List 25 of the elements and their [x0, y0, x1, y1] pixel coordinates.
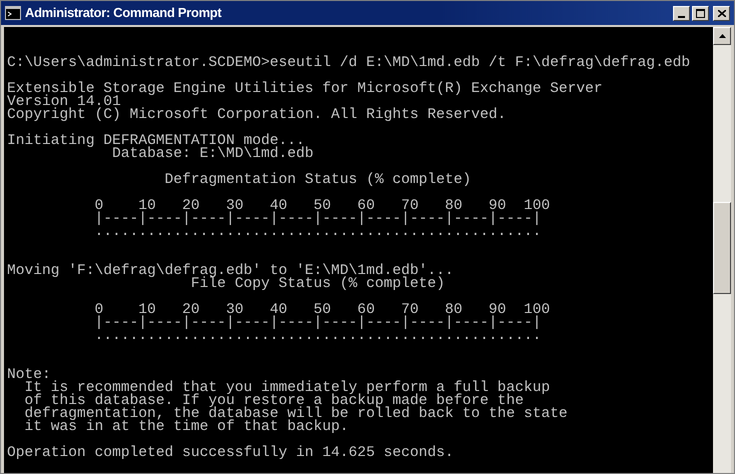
console-line: Note:	[7, 369, 52, 382]
console-line: 0 10 20 30 40 50 60 70 80 90 100	[94, 200, 551, 213]
up-arrow-icon	[718, 34, 726, 38]
console-line: Defragmentation Status (% complete)	[164, 174, 472, 187]
maximize-icon	[696, 8, 705, 18]
console-line: ...................................................	[94, 330, 542, 343]
console-line: C:\Users\administrator.SCDEMO>eseutil /d E:\MD\1md.edb /t F:\defrag\defrag.edb	[7, 57, 692, 70]
console-line: Copyright (C) Microsoft Corporation. All Rights Reserved.	[7, 109, 508, 122]
minimize-icon	[678, 16, 685, 18]
console-line: ...................................................	[94, 226, 542, 239]
console-line: Database: E:\MD\1md.edb	[111, 148, 315, 161]
scroll-up-button[interactable]	[713, 27, 731, 45]
maximize-button[interactable]	[692, 6, 709, 20]
console-line: it was in at the time of that backup.	[24, 421, 350, 434]
console-line: |----|----|----|----|----|----|----|----|----|----|	[94, 317, 542, 330]
window-title: Administrator: Command Prompt	[25, 4, 222, 22]
close-icon	[718, 10, 726, 16]
console-line: 0 10 20 30 40 50 60 70 80 90 100	[94, 304, 551, 317]
console-line: File Copy Status (% complete)	[190, 278, 446, 291]
console-line: Operation completed successfully in 14.625 seconds.	[7, 447, 455, 460]
scroll-thumb[interactable]	[713, 202, 731, 294]
console-line: |----|----|----|----|----|----|----|----|----|----|	[94, 213, 542, 226]
minimize-button[interactable]	[673, 6, 690, 20]
close-button[interactable]	[713, 6, 730, 20]
console-icon	[5, 6, 21, 20]
